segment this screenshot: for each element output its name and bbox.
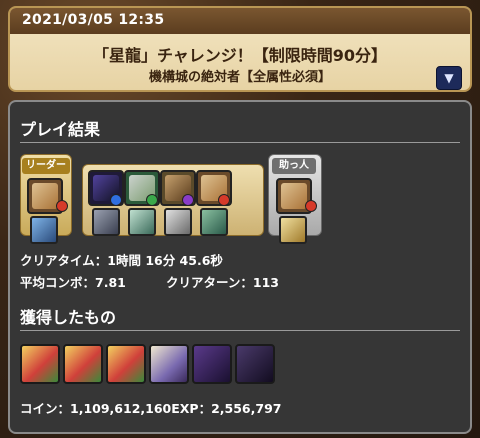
- sub-assist-2[interactable]: [128, 208, 156, 236]
- helper-label: 助っ人: [272, 158, 316, 174]
- clear-turn: クリアターン：113: [166, 272, 279, 291]
- avg-combo-value: 7.81: [95, 275, 126, 290]
- expand-button[interactable]: ▼: [436, 66, 462, 90]
- sub-assist-3[interactable]: [164, 208, 192, 236]
- leader-assist[interactable]: [30, 216, 58, 244]
- reward-item-6[interactable]: [235, 344, 275, 384]
- exp-label: EXP：: [171, 401, 212, 416]
- date-bar: 2021/03/05 12:35: [10, 8, 470, 34]
- dungeon-subtitle: 機構城の絶対者【全属性必須】: [148, 70, 331, 85]
- reward-item-1[interactable]: [20, 344, 60, 384]
- leader-label: リーダー: [22, 158, 70, 174]
- reward-totals: コイン：1,109,612,160EXP：2,556,797: [20, 398, 281, 417]
- divider: [20, 330, 460, 331]
- reward-item-4[interactable]: [149, 344, 189, 384]
- dungeon-header: 2021/03/05 12:35 「星龍」チャレンジ！【制限時間90分】 機構城…: [8, 6, 472, 92]
- reward-item-5[interactable]: [192, 344, 232, 384]
- fire-orb-icon: [56, 200, 68, 212]
- clear-time-value: 1時間 16分 45.6秒: [107, 253, 223, 268]
- clear-turn-value: 113: [252, 275, 279, 290]
- exp-value: 2,556,797: [211, 401, 282, 416]
- coin-label: コイン：: [20, 401, 71, 416]
- water-orb-icon: [110, 194, 122, 206]
- reward-item-3[interactable]: [106, 344, 146, 384]
- play-date: 2021/03/05 12:35: [22, 12, 165, 28]
- wood-orb-icon: [146, 194, 158, 206]
- sub-assist-1[interactable]: [92, 208, 120, 236]
- helper-assist[interactable]: [279, 216, 307, 244]
- divider: [20, 142, 460, 143]
- fire-orb-icon: [218, 194, 230, 206]
- chevron-down-icon: ▼: [444, 71, 454, 85]
- clear-turn-label: クリアターン：: [166, 275, 253, 290]
- fire-orb-icon: [305, 200, 317, 212]
- dark-orb-icon: [182, 194, 194, 206]
- avg-combo: 平均コンボ：7.81: [20, 272, 126, 291]
- clear-time-label: クリアタイム：: [20, 253, 108, 268]
- dungeon-title: 「星龍」チャレンジ！【制限時間90分】: [92, 46, 388, 65]
- rewards-title: 獲得したもの: [20, 308, 117, 327]
- coin-value: 1,109,612,160: [70, 401, 172, 416]
- clear-time: クリアタイム：1時間 16分 45.6秒: [20, 250, 223, 269]
- reward-item-2[interactable]: [63, 344, 103, 384]
- avg-combo-label: 平均コンボ：: [20, 275, 96, 290]
- result-panel: プレイ結果 リーダー 助っ人 クリアタイム：1時間 16分 45.6秒 平均コン…: [8, 100, 472, 434]
- play-result-title: プレイ結果: [20, 120, 101, 139]
- sub-assist-4[interactable]: [200, 208, 228, 236]
